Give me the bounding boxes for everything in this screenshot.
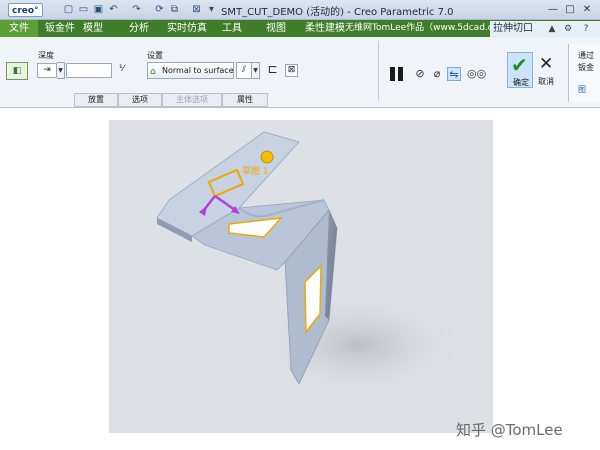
close-button[interactable]: ✕: [580, 2, 594, 17]
normal-to-surface-button[interactable]: ⌂ Normal to surface: [147, 62, 234, 79]
tab-live-simulation[interactable]: 实时仿真: [167, 20, 207, 37]
context-tab-extrude-cut[interactable]: 拉伸切口 ▲ ⚙ ?: [490, 21, 600, 37]
preview-icon[interactable]: ⌀: [430, 67, 444, 81]
ribbon: ◧ 深度 ⇥ ▼ ⅟ 设置 ⌂ Normal to surface ⫽ ▼ ⊏ …: [0, 37, 600, 108]
side-panel-item-2: 钣金: [578, 63, 594, 72]
open-folder-icon[interactable]: ▭: [77, 3, 90, 16]
watermark: 知乎 @TomLee: [456, 421, 563, 439]
collapse-ribbon-icon[interactable]: ▲: [546, 23, 558, 35]
normal-to-surface-label: Normal to surface: [162, 66, 234, 75]
depth-option-icon[interactable]: ⇥: [37, 63, 57, 78]
tab-body-options: 主体选项: [162, 93, 222, 107]
creo-logo[interactable]: creo°: [8, 3, 43, 17]
side-panel-item-1: 通过: [578, 51, 594, 60]
title-bar: creo° ▢ ▭ ▣ ↶ ↷ ⟳ ⧉ ⊠ ▾ SMT_CUT_DEMO (活动…: [0, 0, 600, 20]
new-file-icon[interactable]: ▢: [62, 3, 75, 16]
model-viewport: 草图 1: [156, 131, 469, 400]
depth-dropdown-arrow[interactable]: ▼: [57, 62, 65, 79]
tab-properties[interactable]: 属性: [222, 93, 268, 107]
sketch-label: 草图 1: [242, 165, 269, 177]
ribbon-separator: [378, 41, 379, 101]
datum-marker-icon[interactable]: [260, 150, 274, 164]
check-icon: ✔: [511, 53, 528, 77]
extrude-type-icon[interactable]: ◧: [6, 62, 28, 80]
material-side-icon[interactable]: ⊏: [266, 63, 279, 77]
redo-icon[interactable]: ↷: [130, 3, 143, 16]
creo-window: creo° ▢ ▭ ▣ ↶ ↷ ⟳ ⧉ ⊠ ▾ SMT_CUT_DEMO (活动…: [0, 0, 600, 450]
flip-depth-icon[interactable]: ⅟: [115, 64, 128, 77]
ok-label: 确定: [513, 78, 529, 87]
verify-mode-icon[interactable]: ⇋: [447, 67, 461, 81]
normal-to-surface-icon: ⌂: [150, 67, 156, 77]
ok-button[interactable]: ✔ 确定: [507, 52, 533, 88]
windows-icon[interactable]: ⧉: [168, 3, 181, 16]
glasses-preview-icon[interactable]: ◎◎: [467, 67, 486, 81]
tab-placement[interactable]: 放置: [74, 93, 118, 107]
cut-side-dropdown-arrow[interactable]: ▼: [252, 62, 260, 79]
extrude-cut-label: 拉伸切口: [493, 23, 533, 34]
tab-flexible-modeling[interactable]: 柔性建模: [305, 20, 345, 37]
depth-input[interactable]: [66, 63, 112, 78]
tab-view[interactable]: 视图: [266, 20, 286, 37]
tab-options[interactable]: 选项: [118, 93, 162, 107]
help-icon[interactable]: ?: [580, 23, 592, 35]
graphics-window[interactable]: 草图 1: [109, 120, 493, 433]
maximize-button[interactable]: □: [563, 2, 577, 17]
tab-tools[interactable]: 工具: [222, 20, 242, 37]
customize-arrow-icon[interactable]: ▾: [205, 3, 218, 16]
save-icon[interactable]: ▣: [92, 3, 105, 16]
close-window-icon[interactable]: ⊠: [190, 3, 203, 16]
side-panel-item-3: 图: [578, 85, 586, 94]
tab-sheetmetal[interactable]: 钣金件: [45, 20, 75, 37]
pause-icon[interactable]: [390, 67, 404, 81]
settings-label: 设置: [147, 51, 163, 60]
tab-model[interactable]: 模型: [83, 20, 103, 37]
regenerate-icon[interactable]: ⟳: [153, 3, 166, 16]
depth-label: 深度: [38, 51, 54, 60]
cancel-button[interactable]: ✕ 取消: [535, 52, 557, 88]
close-x-icon: ✕: [539, 54, 554, 74]
tab-analysis[interactable]: 分析: [129, 20, 149, 37]
settings-icon[interactable]: ⚙: [562, 23, 574, 35]
cancel-label: 取消: [538, 77, 554, 86]
cut-side-icon[interactable]: ⫽: [236, 62, 252, 79]
tab-author[interactable]: 无维网TomLee作品（www.5dcad.cn）: [345, 20, 507, 37]
no-preview-icon[interactable]: ⊘: [413, 67, 427, 81]
minimize-button[interactable]: —: [546, 2, 560, 17]
undo-icon[interactable]: ↶: [107, 3, 120, 16]
menu-bar: 文件 钣金件 模型 分析 实时仿真 工具 视图 柔性建模 无维网TomLee作品…: [0, 20, 600, 37]
file-menu[interactable]: 文件: [0, 20, 38, 37]
thicken-icon[interactable]: ⊠: [285, 64, 298, 77]
part-shadow: [249, 290, 469, 400]
side-panel[interactable]: 通过 钣金 图: [568, 44, 600, 102]
window-title: SMT_CUT_DEMO (活动的) - Creo Parametric 7.0: [221, 7, 454, 18]
